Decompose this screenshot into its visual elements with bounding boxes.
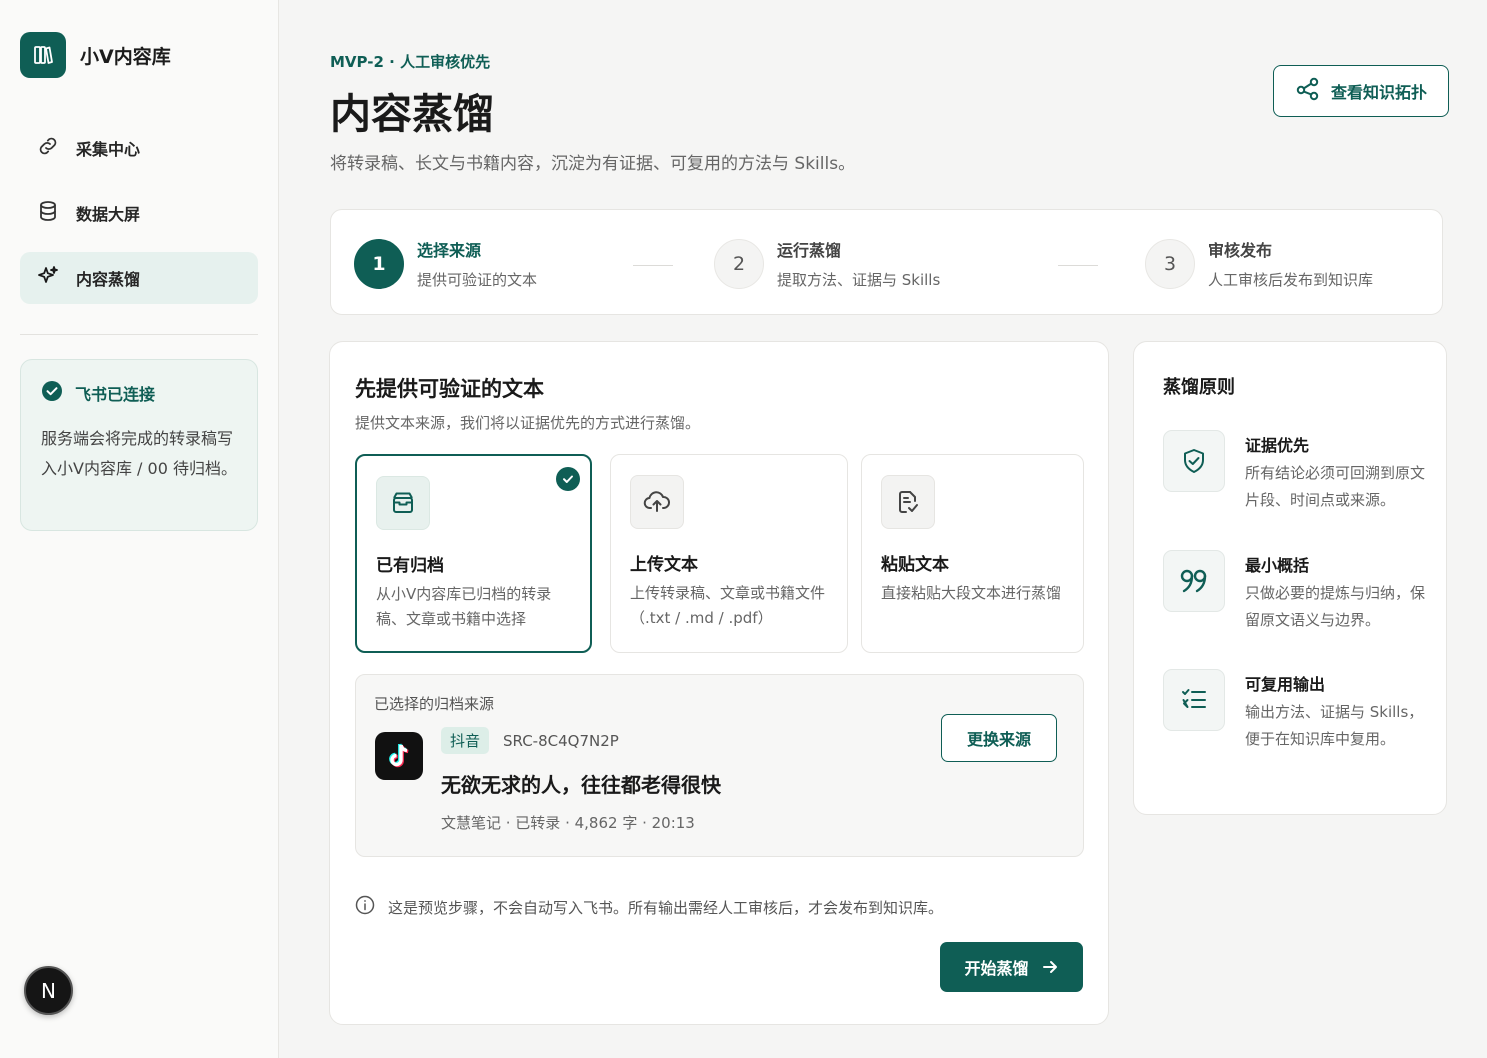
- shield-check-icon: [1163, 430, 1225, 492]
- step-title: 选择来源: [417, 241, 482, 260]
- option-desc: 上传转录稿、文章或书籍文件（.txt / .md / .pdf）: [630, 584, 826, 627]
- checklist-icon: [1163, 669, 1225, 731]
- sidebar-item-label: 数据大屏: [76, 205, 141, 224]
- option-archive[interactable]: 已有归档 从小V内容库已归档的转录稿、文章或书籍中选择: [355, 454, 592, 653]
- stepper: 1 选择来源 提供可验证的文本 2 运行蒸馏 提取方法、证据与 Skills 3…: [330, 209, 1443, 315]
- start-distill-button[interactable]: 开始蒸馏: [940, 942, 1083, 992]
- source-selection-card: 先提供可验证的文本 提供文本来源，我们将以证据优先的方式进行蒸馏。 已有归档 从…: [329, 341, 1109, 1025]
- page-title: 内容蒸馏: [330, 90, 494, 138]
- sidebar-nav: 采集中心 数据大屏 内容蒸馏: [20, 122, 258, 317]
- view-topology-button[interactable]: 查看知识拓扑: [1273, 65, 1449, 117]
- sidebar-item-dashboard[interactable]: 数据大屏: [20, 187, 258, 239]
- option-title: 上传文本: [630, 555, 698, 575]
- sidebar-item-collection[interactable]: 采集中心: [20, 122, 258, 174]
- step-desc: 提取方法、证据与 Skills: [777, 271, 941, 289]
- step-number: 2: [714, 238, 764, 289]
- app-logo[interactable]: 小V内容库: [20, 32, 171, 78]
- step-review-publish[interactable]: 3 审核发布 人工审核后发布到知识库: [1145, 237, 1373, 290]
- principle-title: 可复用输出: [1245, 675, 1326, 694]
- connection-desc: 服务端会将完成的转录稿写入小V内容库 / 00 待归档。: [41, 429, 237, 478]
- step-title: 审核发布: [1208, 241, 1273, 260]
- step-connector: [633, 265, 673, 266]
- start-distill-label: 开始蒸馏: [964, 959, 1029, 978]
- step-number: 1: [354, 238, 404, 289]
- card-subtitle: 提供文本来源，我们将以证据优先的方式进行蒸馏。: [355, 414, 701, 432]
- check-circle-icon: [41, 380, 63, 406]
- sidebar-item-label: 内容蒸馏: [76, 270, 141, 289]
- sidebar-item-distill[interactable]: 内容蒸馏: [20, 252, 258, 304]
- avatar[interactable]: N: [24, 966, 73, 1015]
- source-title: 无欲无求的人，往往都老得很快: [441, 773, 721, 797]
- platform-badge: 抖音: [441, 727, 490, 754]
- option-title: 粘贴文本: [881, 555, 949, 575]
- option-upload[interactable]: 上传文本 上传转录稿、文章或书籍文件（.txt / .md / .pdf）: [610, 454, 848, 653]
- change-source-button[interactable]: 更换来源: [941, 714, 1057, 762]
- preview-note: 这是预览步骤，不会自动写入飞书。所有输出需经人工审核后，才会发布到知识库。: [355, 895, 943, 919]
- step-desc: 人工审核后发布到知识库: [1208, 271, 1374, 289]
- link-icon: [36, 134, 60, 162]
- source-id: SRC-8C4Q7N2P: [503, 731, 619, 750]
- view-topology-label: 查看知识拓扑: [1330, 83, 1427, 102]
- option-desc: 直接粘贴大段文本进行蒸馏: [881, 584, 1062, 602]
- sparkle-icon: [36, 264, 60, 292]
- step-select-source[interactable]: 1 选择来源 提供可验证的文本: [354, 237, 537, 290]
- selected-source-panel: 已选择的归档来源 抖音 SRC-8C4Q7N2P 无欲无求的人，往往都老得很快 …: [355, 674, 1084, 857]
- option-desc: 从小V内容库已归档的转录稿、文章或书籍中选择: [376, 585, 552, 628]
- database-icon: [36, 199, 60, 227]
- preview-note-text: 这是预览步骤，不会自动写入飞书。所有输出需经人工审核后，才会发布到知识库。: [388, 898, 944, 917]
- paste-doc-icon: [881, 475, 935, 529]
- sidebar: 小V内容库 采集中心 数据大屏 内容蒸馏 飞书已连接 服务端会将完成的转录稿写入…: [0, 0, 279, 1058]
- step-number: 3: [1145, 238, 1195, 289]
- page-eyebrow: MVP-2 · 人工审核优先: [330, 53, 491, 71]
- archive-box-icon: [376, 476, 430, 530]
- connection-status: 飞书已连接: [75, 385, 156, 404]
- douyin-logo-icon: [375, 732, 423, 780]
- principle-desc: 输出方法、证据与 Skills，便于在知识库中复用。: [1245, 703, 1424, 748]
- info-icon: [355, 895, 375, 919]
- selected-source-label: 已选择的归档来源: [374, 695, 495, 713]
- sidebar-item-label: 采集中心: [76, 140, 141, 159]
- source-info: 文慧笔记 · 已转录 · 4,862 字 · 20:13: [441, 814, 695, 832]
- step-run-distill[interactable]: 2 运行蒸馏 提取方法、证据与 Skills: [714, 237, 940, 290]
- principle-title: 最小概括: [1245, 556, 1310, 575]
- principle-title: 证据优先: [1245, 436, 1310, 455]
- app-name: 小V内容库: [80, 45, 171, 68]
- step-title: 运行蒸馏: [777, 241, 842, 260]
- cloud-upload-icon: [630, 475, 684, 529]
- feishu-connection-card: 飞书已连接 服务端会将完成的转录稿写入小V内容库 / 00 待归档。: [20, 359, 258, 531]
- quote-icon: [1163, 550, 1225, 612]
- sidebar-divider: [20, 334, 258, 335]
- principles-card: 蒸馏原则 证据优先 所有结论必须可回溯到原文片段、时间点或来源。 最小概括 只做…: [1133, 341, 1447, 815]
- step-desc: 提供可验证的文本: [417, 271, 538, 289]
- arrow-right-icon: [1041, 958, 1059, 976]
- principles-title: 蒸馏原则: [1163, 377, 1235, 398]
- option-paste[interactable]: 粘贴文本 直接粘贴大段文本进行蒸馏: [861, 454, 1084, 653]
- books-icon: [20, 32, 66, 78]
- principle-desc: 只做必要的提炼与归纳，保留原文语义与边界。: [1245, 584, 1426, 629]
- option-title: 已有归档: [376, 556, 444, 576]
- step-connector: [1058, 265, 1098, 266]
- principle-desc: 所有结论必须可回溯到原文片段、时间点或来源。: [1245, 464, 1426, 509]
- card-title: 先提供可验证的文本: [355, 377, 544, 401]
- selected-check-icon: [556, 467, 580, 491]
- share-nodes-icon: [1295, 76, 1321, 106]
- page-subtitle: 将转录稿、长文与书籍内容，沉淀为有证据、可复用的方法与 Skills。: [330, 154, 856, 174]
